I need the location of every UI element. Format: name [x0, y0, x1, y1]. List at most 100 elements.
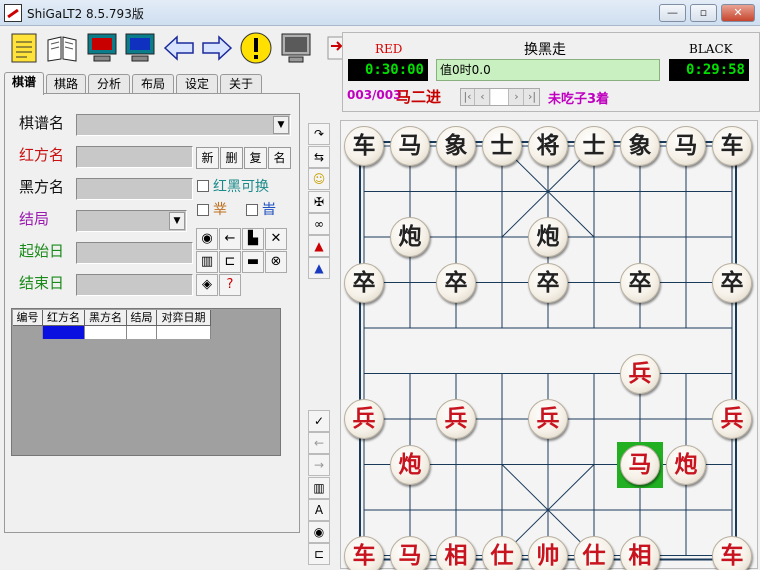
- delete-button[interactable]: 删: [220, 147, 243, 169]
- red-name-field[interactable]: [76, 146, 193, 168]
- tab-layout[interactable]: 布局: [132, 74, 174, 94]
- trash-icon[interactable]: ▥: [308, 477, 330, 499]
- record-grid[interactable]: 编号 红方名 黑方名 结局 对弈日期: [11, 308, 281, 456]
- computer-icon[interactable]: [278, 30, 312, 64]
- black-piece[interactable]: 马: [666, 126, 706, 166]
- grid-header-id[interactable]: 编号: [13, 310, 43, 326]
- black-piece[interactable]: 卒: [528, 262, 568, 303]
- close-icon[interactable]: ✕: [265, 228, 287, 250]
- red-piece[interactable]: 炮: [666, 444, 706, 485]
- next-move-icon[interactable]: ›: [510, 89, 524, 105]
- back-icon[interactable]: ←: [308, 432, 330, 454]
- black-piece[interactable]: 马: [390, 126, 430, 166]
- grid-header-red[interactable]: 红方名: [43, 310, 85, 326]
- black-piece[interactable]: 士: [574, 126, 614, 166]
- grid-cell[interactable]: [157, 326, 211, 339]
- red-piece[interactable]: 兵: [436, 399, 476, 439]
- record-name-combo[interactable]: ▼: [76, 114, 291, 136]
- alert-red-icon[interactable]: ▲: [308, 235, 330, 257]
- result-combo[interactable]: ▼: [76, 210, 187, 232]
- red-piece[interactable]: 兵: [344, 399, 384, 439]
- save-icon[interactable]: ▙: [242, 228, 264, 250]
- grid-header-result[interactable]: 结局: [127, 310, 157, 326]
- start-date-field[interactable]: [76, 242, 193, 264]
- black-piece[interactable]: 卒: [712, 262, 752, 303]
- forward-icon[interactable]: →: [308, 454, 330, 476]
- red-piece[interactable]: 兵: [620, 353, 660, 394]
- tab-settings[interactable]: 设定: [176, 74, 218, 94]
- trash-icon[interactable]: ▥: [196, 251, 218, 273]
- grid-header-date[interactable]: 对弈日期: [157, 310, 211, 326]
- eraser-icon[interactable]: ◈: [196, 274, 218, 296]
- chevron-down-icon[interactable]: ▼: [273, 116, 289, 134]
- black-name-field[interactable]: [76, 178, 193, 200]
- view-icon[interactable]: ◉: [196, 228, 218, 250]
- folder-icon[interactable]: ⊏: [308, 543, 330, 565]
- minimize-button[interactable]: —: [659, 4, 686, 22]
- tab-about[interactable]: 关于: [220, 74, 262, 94]
- option-checkbox-1[interactable]: [197, 204, 209, 216]
- black-piece[interactable]: 将: [528, 126, 568, 166]
- arrow-left-icon[interactable]: [161, 30, 195, 64]
- black-piece[interactable]: 卒: [436, 262, 476, 303]
- chess-board[interactable]: 车马象士将士象马车炮炮卒卒卒卒卒兵兵兵兵兵炮马炮车马相仕帅仕相车: [340, 120, 758, 570]
- tab-path[interactable]: 棋路: [46, 74, 86, 94]
- swap-icon[interactable]: [318, 30, 345, 64]
- grid-header-black[interactable]: 黑方名: [85, 310, 127, 326]
- binoculars-icon[interactable]: ∞: [308, 213, 330, 235]
- red-piece[interactable]: 马: [620, 444, 660, 485]
- view-icon[interactable]: ◉: [308, 521, 330, 543]
- black-piece[interactable]: 炮: [390, 217, 430, 257]
- red-piece[interactable]: 炮: [390, 444, 430, 485]
- black-piece[interactable]: 象: [436, 126, 476, 166]
- tab-record[interactable]: 棋谱: [4, 72, 44, 95]
- smiley-icon[interactable]: ☺: [308, 168, 330, 190]
- black-piece[interactable]: 炮: [528, 217, 568, 257]
- black-piece[interactable]: 车: [712, 126, 752, 166]
- black-piece[interactable]: 卒: [620, 262, 660, 303]
- monitor-red-icon[interactable]: [84, 30, 118, 64]
- check-icon[interactable]: ✓: [308, 410, 330, 432]
- copy-button[interactable]: 复: [244, 147, 267, 169]
- book-icon[interactable]: [44, 30, 78, 64]
- black-piece[interactable]: 车: [344, 126, 384, 166]
- black-piece[interactable]: 士: [482, 126, 522, 166]
- text-icon[interactable]: A: [308, 499, 330, 521]
- close-button[interactable]: ✕: [721, 4, 755, 22]
- app-icon[interactable]: [4, 4, 22, 22]
- move-navigator[interactable]: |‹ ‹ › ›|: [460, 88, 540, 106]
- flip-icon[interactable]: ⇆: [308, 146, 330, 168]
- black-piece[interactable]: 象: [620, 126, 660, 166]
- warning-icon[interactable]: [238, 30, 272, 64]
- tab-analysis[interactable]: 分析: [88, 74, 130, 94]
- back-arrow-icon[interactable]: ←: [219, 228, 241, 250]
- restore-button[interactable]: ▫: [690, 4, 717, 22]
- grid-cell[interactable]: [13, 326, 43, 339]
- name-button[interactable]: 名: [268, 147, 291, 169]
- grid-cell-selected[interactable]: [43, 326, 85, 339]
- prev-move-icon[interactable]: ‹: [476, 89, 490, 105]
- redo-icon[interactable]: ↷: [308, 123, 330, 145]
- delete-record-icon[interactable]: ⊗: [265, 251, 287, 273]
- monitor-blue-icon[interactable]: [122, 30, 156, 64]
- notes-icon[interactable]: [6, 30, 40, 64]
- help-icon[interactable]: ?: [219, 274, 241, 296]
- print-icon[interactable]: ▬: [242, 251, 264, 273]
- black-piece[interactable]: 卒: [344, 262, 384, 303]
- new-button[interactable]: 新: [196, 147, 219, 169]
- red-piece[interactable]: 兵: [528, 399, 568, 439]
- first-move-icon[interactable]: |‹: [461, 89, 475, 105]
- swap-checkbox[interactable]: [197, 180, 209, 192]
- hint-icon[interactable]: ✠: [308, 191, 330, 213]
- option-checkbox-2[interactable]: [246, 204, 258, 216]
- grid-cell[interactable]: [127, 326, 157, 339]
- grid-cell[interactable]: [85, 326, 127, 339]
- end-date-field[interactable]: [76, 274, 193, 296]
- arrow-right-icon[interactable]: [199, 30, 233, 64]
- chevron-down-icon[interactable]: ▼: [169, 212, 185, 230]
- move-slider[interactable]: [491, 89, 509, 105]
- last-move-icon[interactable]: ›|: [525, 89, 539, 105]
- folder-icon[interactable]: ⊏: [219, 251, 241, 273]
- red-piece[interactable]: 兵: [712, 399, 752, 439]
- alert-blue-icon[interactable]: ▲: [308, 257, 330, 279]
